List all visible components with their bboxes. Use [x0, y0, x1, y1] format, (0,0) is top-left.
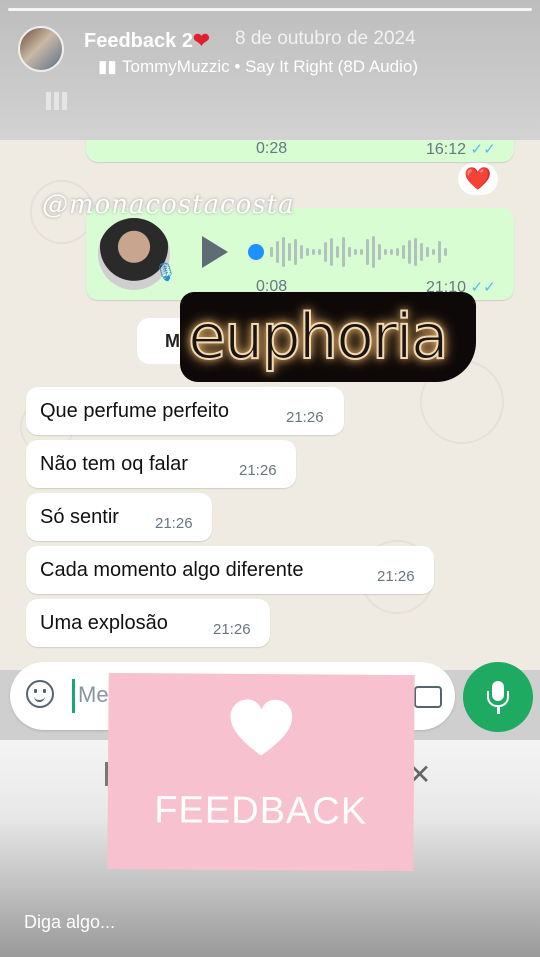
story-progress-bar: [8, 8, 532, 11]
audio-message-bubble[interactable]: 🎙 0:08 21:10 ✓✓: [86, 208, 514, 300]
message-text: Só sentir: [40, 506, 119, 528]
message-text: Não tem oq falar: [40, 453, 188, 475]
profile-avatar[interactable]: [18, 26, 64, 72]
music-text: TommyMuzzic • Say It Right (8D Audio): [122, 57, 418, 76]
message-time: 21:26: [213, 621, 251, 638]
message-bubble[interactable]: Uma explosão 21:26: [26, 599, 270, 647]
voice-record-button[interactable]: [463, 662, 533, 732]
heart-icon: [230, 699, 293, 756]
message-bubble[interactable]: Não tem oq falar 21:26: [26, 440, 296, 488]
message-time: 21:26: [377, 568, 415, 585]
mic-icon: 🎙: [154, 262, 177, 282]
message-time: 21:26: [239, 462, 277, 479]
story-header: Feedback 2❤ 8 de outubro de 2024 ▮▮ Tommy…: [0, 0, 540, 150]
message-bubble[interactable]: Cada momento algo diferente 21:26: [26, 546, 434, 594]
message-bubble[interactable]: Só sentir 21:26: [26, 493, 212, 541]
music-label[interactable]: ▮▮ TommyMuzzic • Say It Right (8D Audio): [98, 57, 418, 77]
message-time: 21:26: [286, 409, 324, 426]
audio-waveform: [270, 234, 447, 270]
message-text: Uma explosão: [40, 612, 168, 634]
euphoria-sticker-text: euphoria: [187, 299, 450, 374]
feedback-label: FEEDBACK: [154, 789, 368, 833]
double-check-icon: ✓✓: [470, 279, 496, 296]
message-bubble[interactable]: Que perfume perfeito 21:26: [26, 387, 344, 435]
previous-audio-duration: 0:28: [256, 140, 288, 157]
previous-audio-bubble[interactable]: 0:28 16:12 ✓✓: [86, 140, 514, 162]
emoji-icon[interactable]: [26, 680, 54, 708]
music-bars-icon: ▮▮: [98, 57, 117, 76]
story-date: 8 de outubro de 2024: [235, 28, 416, 49]
feedback-sticker: FEEDBACK: [107, 672, 415, 872]
previous-audio-time: 16:12 ✓✓: [426, 141, 496, 158]
story-title-text: Feedback 2: [84, 30, 193, 52]
heart-reaction-icon[interactable]: ❤️: [458, 163, 498, 195]
double-check-icon: ✓✓: [470, 141, 496, 158]
story-title: Feedback 2❤: [84, 28, 210, 53]
watermark-text: @monacostacosta: [42, 190, 295, 220]
message-time: 21:26: [155, 515, 193, 532]
heart-icon: ❤: [192, 30, 210, 52]
faded-bars-icon: [46, 92, 78, 112]
message-text: Cada momento algo diferente: [40, 559, 304, 581]
camera-icon[interactable]: [414, 686, 442, 708]
reply-input[interactable]: Diga algo...: [24, 912, 115, 933]
play-icon[interactable]: [202, 236, 228, 268]
euphoria-sticker: euphoria: [180, 292, 476, 382]
audio-seek-handle[interactable]: [248, 244, 264, 260]
message-placeholder: Me: [78, 682, 109, 707]
message-text: Que perfume perfeito: [40, 400, 229, 422]
text-caret: [72, 679, 75, 713]
